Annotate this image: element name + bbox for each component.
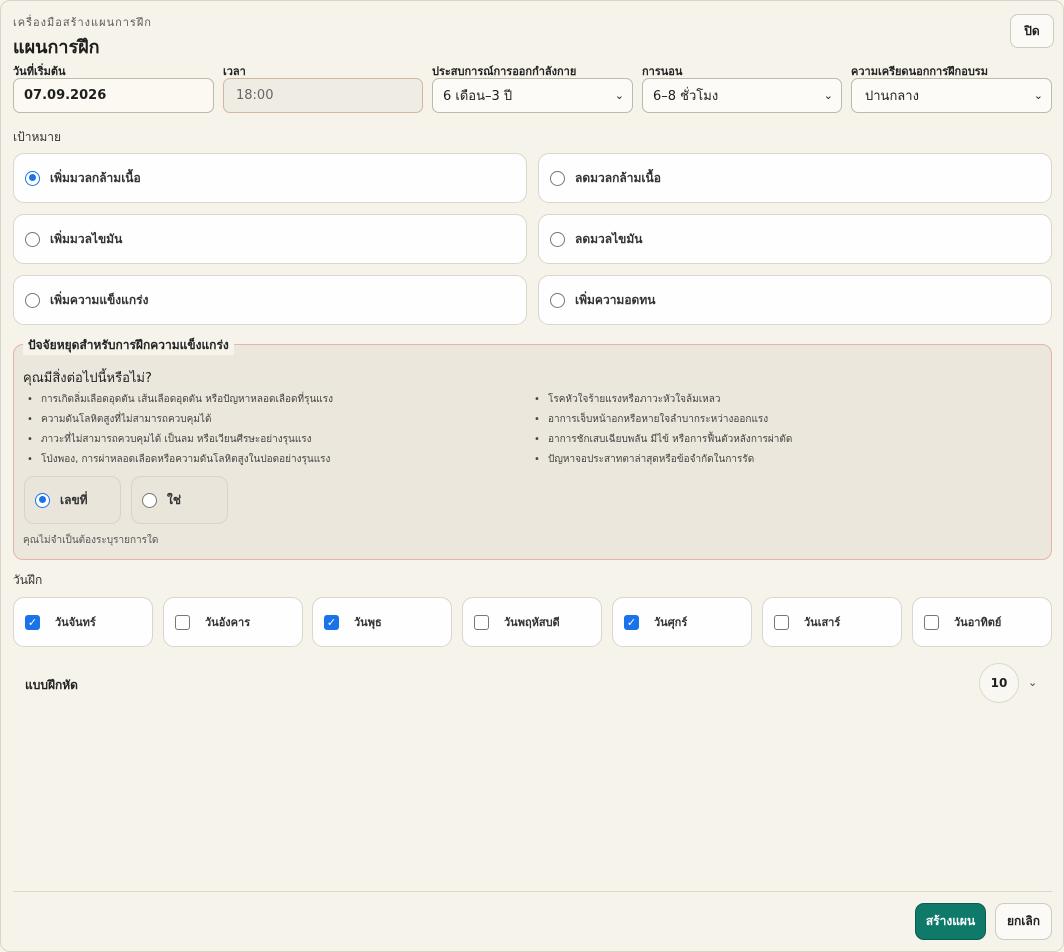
chevron-down-icon[interactable]: ⌄ [1028, 676, 1037, 689]
risk-answer-no[interactable]: เลขที่ [24, 476, 121, 524]
radio-unchecked-icon [25, 231, 40, 247]
goals-label: เป้าหมาย [13, 130, 62, 144]
day-option-tuesday[interactable]: วันอังคาร [163, 597, 303, 647]
list-item: ความดันโลหิตสูงที่ไม่สามารถควบคุมได้ [23, 413, 333, 433]
cancel-button[interactable]: ยกเลิก [995, 903, 1052, 940]
stress-select-value: ปานกลาง [865, 89, 919, 104]
goal-option[interactable]: ลดมวลไขมัน [538, 214, 1052, 264]
checkbox-unchecked-icon [474, 614, 489, 630]
list-item: ภาวะที่ไม่สามารถควบคุมได้ เป็นลม หรือเวี… [23, 433, 333, 453]
day-option-sunday[interactable]: วันอาทิตย์ [912, 597, 1052, 647]
risk-answer-label: ใช่ [167, 492, 182, 507]
checkbox-unchecked-icon [924, 614, 939, 630]
day-option-monday[interactable]: ✓ วันจันทร์ [13, 597, 153, 647]
exercises-label: แบบฝึกหัด [25, 678, 78, 692]
radio-unchecked-icon [142, 492, 157, 508]
exercises-count-select[interactable]: 10 [979, 663, 1019, 703]
goal-option-label: เพิ่มความอดทน [575, 292, 656, 307]
stress-select[interactable]: ปานกลาง ⌄ [851, 78, 1052, 113]
checkbox-checked-icon: ✓ [324, 614, 339, 630]
checkbox-unchecked-icon [175, 614, 190, 630]
day-option-wednesday[interactable]: ✓ วันพุธ [312, 597, 452, 647]
risk-answer-yes[interactable]: ใช่ [131, 476, 228, 524]
radio-unchecked-icon [25, 292, 40, 308]
list-item: อาการชักเสบเฉียบพลัน มีไข้ หรือการฟื้นตั… [530, 433, 792, 453]
radio-unchecked-icon [550, 292, 565, 308]
page-title: แผนการฝึก [13, 37, 100, 58]
goal-option[interactable]: เพิ่มมวลกล้ามเนื้อ [13, 153, 527, 203]
radio-checked-icon [25, 170, 40, 186]
risk-answer-label: เลขที่ [60, 492, 88, 507]
checkbox-unchecked-icon [774, 614, 789, 630]
day-option-thursday[interactable]: วันพฤหัสบดี [462, 597, 602, 647]
goal-option-label: เพิ่มความแข็งแกร่ง [50, 292, 149, 307]
list-item: อาการเจ็บหน้าอกหรือหายใจลำบากระหว่างออกแ… [530, 413, 792, 433]
goal-option[interactable]: เพิ่มมวลไขมัน [13, 214, 527, 264]
checkbox-checked-icon: ✓ [624, 614, 639, 630]
goal-option-label: เพิ่มมวลไขมัน [50, 231, 123, 246]
experience-select-value: 6 เดือน–3 ปี [443, 89, 513, 104]
goal-option[interactable]: ลดมวลกล้ามเนื้อ [538, 153, 1052, 203]
start-date-input[interactable]: 07.09.2026 [13, 78, 214, 113]
day-option-saturday[interactable]: วันเสาร์ [762, 597, 902, 647]
list-item: ปัญหาจอประสาทตาล่าสุดหรือข้อจำกัดในการรั… [530, 453, 792, 473]
day-option-label: วันอังคาร [205, 616, 251, 629]
day-option-label: วันพุธ [354, 616, 382, 629]
goal-option-label: ลดมวลไขมัน [575, 231, 643, 246]
time-input[interactable]: 18:00 [223, 78, 423, 113]
goal-option[interactable]: เพิ่มความแข็งแกร่ง [13, 275, 527, 325]
list-item: การเกิดลิ่มเลือดอุดตัน เส้นเลือดอุดตัน ห… [23, 393, 333, 413]
dialog: เครื่องมือสร้างแผนการฝึก แผนการฝึก ปิด ว… [0, 0, 1064, 952]
risk-legend: ปัจจัยหยุดสำหรับการฝึกความแข็งแกร่ง [23, 336, 234, 355]
goal-option-label: ลดมวลกล้ามเนื้อ [575, 170, 661, 185]
radio-unchecked-icon [550, 170, 565, 186]
day-option-label: วันพฤหัสบดี [504, 616, 560, 629]
experience-select[interactable]: 6 เดือน–3 ปี ⌄ [432, 78, 633, 113]
create-plan-button[interactable]: สร้างแผน [915, 903, 986, 940]
sleep-select-value: 6–8 ชั่วโมง [653, 89, 719, 104]
day-option-label: วันศุกร์ [654, 616, 688, 629]
day-option-friday[interactable]: ✓ วันศุกร์ [612, 597, 752, 647]
list-item: โป่งพอง, การผ่าหลอดเลือดหรือความดันโลหิต… [23, 453, 333, 473]
day-option-label: วันเสาร์ [804, 616, 841, 629]
risk-list-right: โรคหัวใจร้ายแรงหรือภาวะหัวใจล้มเหลว อากา… [530, 393, 792, 473]
radio-unchecked-icon [550, 231, 565, 247]
goal-option-label: เพิ่มมวลกล้ามเนื้อ [50, 170, 141, 185]
risk-question: คุณมีสิ่งต่อไปนี้หรือไม่? [23, 371, 152, 386]
day-option-label: วันอาทิตย์ [954, 616, 1002, 629]
chevron-down-icon: ⌄ [823, 89, 833, 102]
footer-divider [13, 891, 1052, 892]
chevron-down-icon: ⌄ [614, 89, 624, 102]
risk-list-left: การเกิดลิ่มเลือดอุดตัน เส้นเลือดอุดตัน ห… [23, 393, 333, 473]
list-item: โรคหัวใจร้ายแรงหรือภาวะหัวใจล้มเหลว [530, 393, 792, 413]
day-option-label: วันจันทร์ [55, 616, 96, 629]
dialog-kicker: เครื่องมือสร้างแผนการฝึก [13, 16, 152, 29]
close-button[interactable]: ปิด [1010, 14, 1054, 48]
chevron-down-icon: ⌄ [1033, 89, 1043, 102]
sleep-select[interactable]: 6–8 ชั่วโมง ⌄ [642, 78, 842, 113]
radio-checked-icon [35, 492, 50, 508]
goal-option[interactable]: เพิ่มความอดทน [538, 275, 1052, 325]
days-label: วันฝึก [13, 573, 43, 587]
checkbox-checked-icon: ✓ [25, 614, 40, 630]
risk-hint: คุณไม่จำเป็นต้องระบุรายการใด [23, 535, 159, 546]
